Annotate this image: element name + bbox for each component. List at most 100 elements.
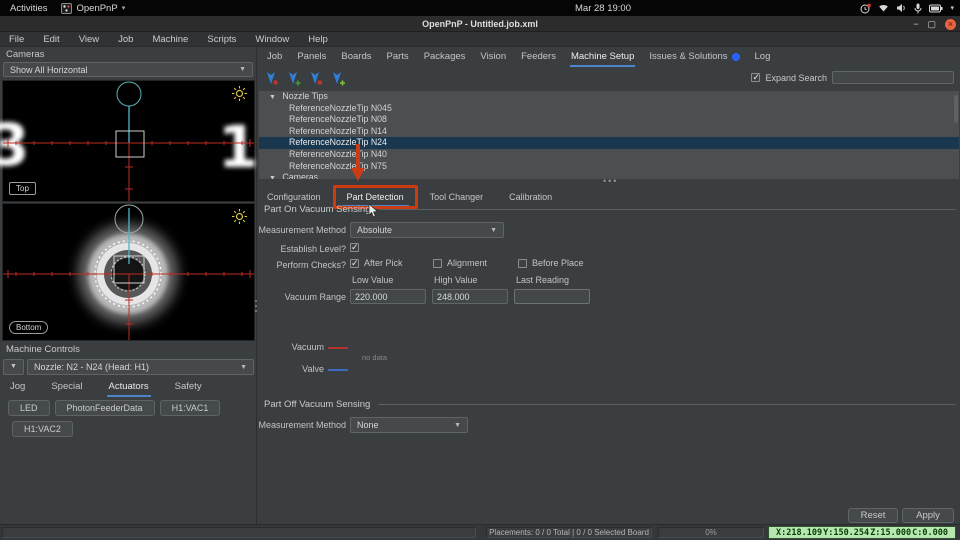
tab-issues-solutions[interactable]: Issues & Solutions xyxy=(648,49,740,67)
measurement-method-label: Measurement Method xyxy=(258,225,346,235)
mouse-cursor xyxy=(368,204,380,218)
menu-bar: File Edit View Job Machine Scripts Windo… xyxy=(0,32,960,47)
bottom-camera-image xyxy=(3,204,254,340)
tab-log[interactable]: Log xyxy=(754,49,772,67)
actuator-button-h1vac1[interactable]: H1:VAC1 xyxy=(160,400,221,416)
high-value-column-header: High Value xyxy=(434,275,477,285)
reset-button[interactable]: Reset xyxy=(848,508,898,523)
tab-jog[interactable]: Jog xyxy=(8,379,27,397)
window-title-bar[interactable]: OpenPnP - Untitled.job.xml − ▢ × xyxy=(0,16,960,32)
camera-view-selector[interactable]: Show All Horizontal ▼ xyxy=(3,62,253,77)
minimize-button[interactable]: − xyxy=(913,18,918,31)
volume-icon xyxy=(896,3,907,13)
last-reading-column-header: Last Reading xyxy=(516,275,569,285)
machine-controls-title: Machine Controls xyxy=(6,344,80,355)
brightness-icon[interactable] xyxy=(231,208,248,225)
alignment-checkbox[interactable] xyxy=(433,259,442,268)
position-camera-icon[interactable] xyxy=(264,70,279,86)
menu-job[interactable]: Job xyxy=(118,34,133,45)
system-top-bar: Activities OpenPnP ▾ Mar 28 19:00 xyxy=(0,0,960,16)
vacuum-range-low-input[interactable] xyxy=(350,289,426,304)
window-title: OpenPnP - Untitled.job.xml xyxy=(0,16,960,32)
chevron-down-icon: ▼ xyxy=(240,364,247,371)
head-selector-button[interactable]: ▼ xyxy=(3,359,24,375)
wifi-icon xyxy=(878,3,889,13)
menu-help[interactable]: Help xyxy=(308,34,328,45)
camera-name-label: Top xyxy=(9,182,36,195)
tree-item[interactable]: ReferenceNozzleTip N14 xyxy=(259,126,959,138)
perform-checks-label: Perform Checks? xyxy=(258,260,346,270)
status-bar: Placements: 0 / 0 Total | 0 / 0 Selected… xyxy=(0,524,960,540)
chart-no-data-label: no data xyxy=(362,353,387,362)
before-place-checkbox[interactable] xyxy=(518,259,527,268)
legend-vacuum-label: Vacuum xyxy=(258,342,324,352)
clock-icon xyxy=(860,3,871,14)
apply-button[interactable]: Apply xyxy=(902,508,954,523)
tab-machine-setup[interactable]: Machine Setup xyxy=(570,49,635,67)
tree-group-nozzle-tips[interactable]: ▼ Nozzle Tips xyxy=(259,91,959,103)
menu-edit[interactable]: Edit xyxy=(43,34,59,45)
machine-setup-toolbar: Expand Search xyxy=(258,67,960,90)
chevron-down-icon: ▾ xyxy=(950,4,954,12)
close-button[interactable]: × xyxy=(945,19,956,30)
tab-parts[interactable]: Parts xyxy=(386,49,410,67)
low-value-column-header: Low Value xyxy=(352,275,393,285)
tree-item[interactable]: ReferenceNozzleTip N08 xyxy=(259,114,959,126)
maximize-button[interactable]: ▢ xyxy=(927,18,936,31)
cameras-panel-title: Cameras xyxy=(6,49,45,60)
chevron-down-icon: ▼ xyxy=(490,227,497,234)
position-tool-icon[interactable] xyxy=(286,70,301,86)
system-tray[interactable]: ▾ xyxy=(860,0,954,16)
menu-file[interactable]: File xyxy=(9,34,24,45)
actuator-button-h1vac2[interactable]: H1:VAC2 xyxy=(12,421,73,437)
activities-button[interactable]: Activities xyxy=(10,3,47,14)
tab-special[interactable]: Special xyxy=(49,379,84,397)
tab-actuators[interactable]: Actuators xyxy=(107,379,151,397)
expand-search-label: Expand Search xyxy=(765,73,827,83)
chevron-down-icon: ▼ xyxy=(239,66,246,73)
vacuum-range-last-reading-input[interactable] xyxy=(514,289,590,304)
nozzle-selector[interactable]: Nozzle: N2 - N24 (Head: H1) ▼ xyxy=(27,359,254,375)
top-camera-view[interactable]: 3 1 Top xyxy=(2,80,255,202)
tab-feeders[interactable]: Feeders xyxy=(520,49,557,67)
brightness-icon[interactable] xyxy=(231,85,248,102)
bottom-camera-view[interactable]: Bottom xyxy=(2,203,255,341)
capture-camera-location-icon[interactable] xyxy=(308,70,323,86)
vacuum-range-high-input[interactable] xyxy=(432,289,508,304)
establish-level-label: Establish Level? xyxy=(258,244,346,254)
collapse-icon[interactable]: ▼ xyxy=(269,94,276,101)
dro-c: C:0.000 xyxy=(912,528,948,538)
establish-level-checkbox[interactable] xyxy=(350,243,359,252)
menu-machine[interactable]: Machine xyxy=(152,34,188,45)
search-input[interactable] xyxy=(832,71,954,84)
actuator-button-photonfeederdata[interactable]: PhotonFeederData xyxy=(55,400,155,416)
tree-item[interactable]: ReferenceNozzleTip N045 xyxy=(259,103,959,115)
annotation-arrow xyxy=(351,144,365,182)
app-menu[interactable]: OpenPnP ▾ xyxy=(61,3,125,14)
menu-scripts[interactable]: Scripts xyxy=(207,34,236,45)
cameras-panel: Cameras Show All Horizontal ▼ 3 1 Top xyxy=(0,47,257,524)
part-off-measurement-method-select[interactable]: None ▼ xyxy=(350,417,468,433)
capture-tool-location-icon[interactable] xyxy=(330,70,345,86)
tab-vision[interactable]: Vision xyxy=(479,49,507,67)
menu-view[interactable]: View xyxy=(79,34,99,45)
tab-packages[interactable]: Packages xyxy=(423,49,467,67)
main-panel: Job Panels Boards Parts Packages Vision … xyxy=(258,47,960,524)
tab-job[interactable]: Job xyxy=(266,49,283,67)
microphone-icon xyxy=(914,3,922,14)
tree-scrollbar[interactable] xyxy=(954,95,958,123)
actuator-button-led[interactable]: LED xyxy=(8,400,50,416)
tab-safety[interactable]: Safety xyxy=(173,379,204,397)
after-pick-checkbox[interactable] xyxy=(350,259,359,268)
menu-window[interactable]: Window xyxy=(255,34,289,45)
measurement-method-select[interactable]: Absolute ▼ xyxy=(350,222,504,238)
issues-badge xyxy=(732,53,740,61)
clock[interactable]: Mar 28 19:00 xyxy=(575,0,631,16)
after-pick-label: After Pick xyxy=(364,258,403,268)
dro-coordinates: X:218.109 Y:150.254 Z:15.000 C:0.000 xyxy=(768,526,956,539)
tab-boards[interactable]: Boards xyxy=(340,49,372,67)
expand-search-checkbox[interactable] xyxy=(751,73,760,82)
top-camera-reticle xyxy=(3,81,254,201)
before-place-label: Before Place xyxy=(532,258,584,268)
tab-panels[interactable]: Panels xyxy=(296,49,327,67)
